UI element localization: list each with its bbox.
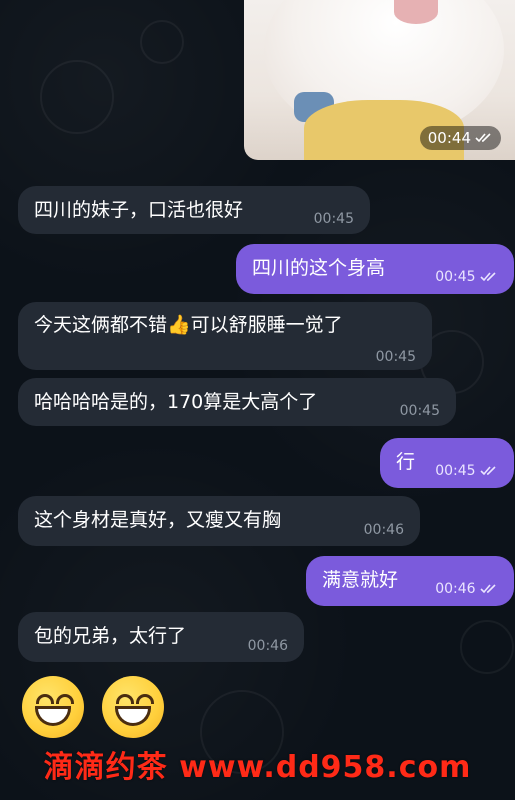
background-doodle [140,20,184,64]
message-text: 这个身材是真好，又瘦又有胸 [34,509,282,531]
background-doodle [40,60,114,134]
message-time: 00:46 [435,581,476,597]
chat-view: 00:44 四川的妹子，口活也很好 00:45 四川的这个身高 00:45 今天… [0,0,515,800]
background-doodle [460,620,514,674]
photo-message[interactable]: 00:44 [244,0,515,160]
message-time-group: 00:46 [435,576,498,602]
message-time-group: 00:45 [435,264,498,290]
message-time: 00:45 [435,269,476,285]
emoji-mouth [35,706,71,726]
message-time: 00:45 [313,211,354,227]
message-bubble-incoming[interactable]: 四川的妹子，口活也很好 00:45 [18,186,370,234]
photo-time-text: 00:44 [427,129,471,147]
grinning-face-emoji-icon[interactable] [22,676,84,738]
message-time-group: 00:45 [435,458,498,484]
message-text: 哈哈哈哈是的，170算是大高个了 [34,391,318,413]
cat-mouth [394,0,438,24]
message-time: 00:45 [399,403,440,419]
message-bubble-outgoing[interactable]: 四川的这个身高 00:45 [236,244,514,294]
watermark-text: 滴滴约茶 www.dd958.com [43,750,472,785]
message-bubble-outgoing[interactable]: 满意就好 00:46 [306,556,514,606]
message-bubble-incoming[interactable]: 这个身材是真好，又瘦又有胸 00:46 [18,496,420,546]
double-check-icon [480,271,498,283]
double-check-icon [480,465,498,477]
emoji-eye [116,694,134,704]
message-text: 四川的妹子，口活也很好 [34,199,244,221]
emoji-eye [36,694,54,704]
message-text: 包的兄弟，太行了 [34,625,187,647]
grinning-face-emoji-icon[interactable] [102,676,164,738]
emoji-eye [136,694,154,704]
message-time: 00:45 [375,349,416,365]
message-bubble-incoming[interactable]: 包的兄弟，太行了 00:46 [18,612,304,662]
message-bubble-outgoing[interactable]: 行 00:45 [380,438,514,488]
message-time: 00:45 [435,463,476,479]
message-bubble-incoming[interactable]: 哈哈哈哈是的，170算是大高个了 00:45 [18,378,456,426]
emoji-mouth [115,706,151,726]
message-text: 满意就好 [322,569,399,591]
message-text: 今天这俩都不错👍可以舒服睡一觉了 [34,314,343,336]
message-bubble-incoming[interactable]: 今天这俩都不错👍可以舒服睡一觉了 00:45 [18,302,432,370]
message-text: 四川的这个身高 [252,257,386,279]
message-time: 00:46 [247,638,288,654]
message-text: 行 [396,451,416,473]
double-check-icon [480,583,498,595]
double-check-icon [475,132,493,144]
photo-timestamp: 00:44 [419,126,501,150]
message-time: 00:46 [363,522,404,538]
emoji-eye [56,694,74,704]
